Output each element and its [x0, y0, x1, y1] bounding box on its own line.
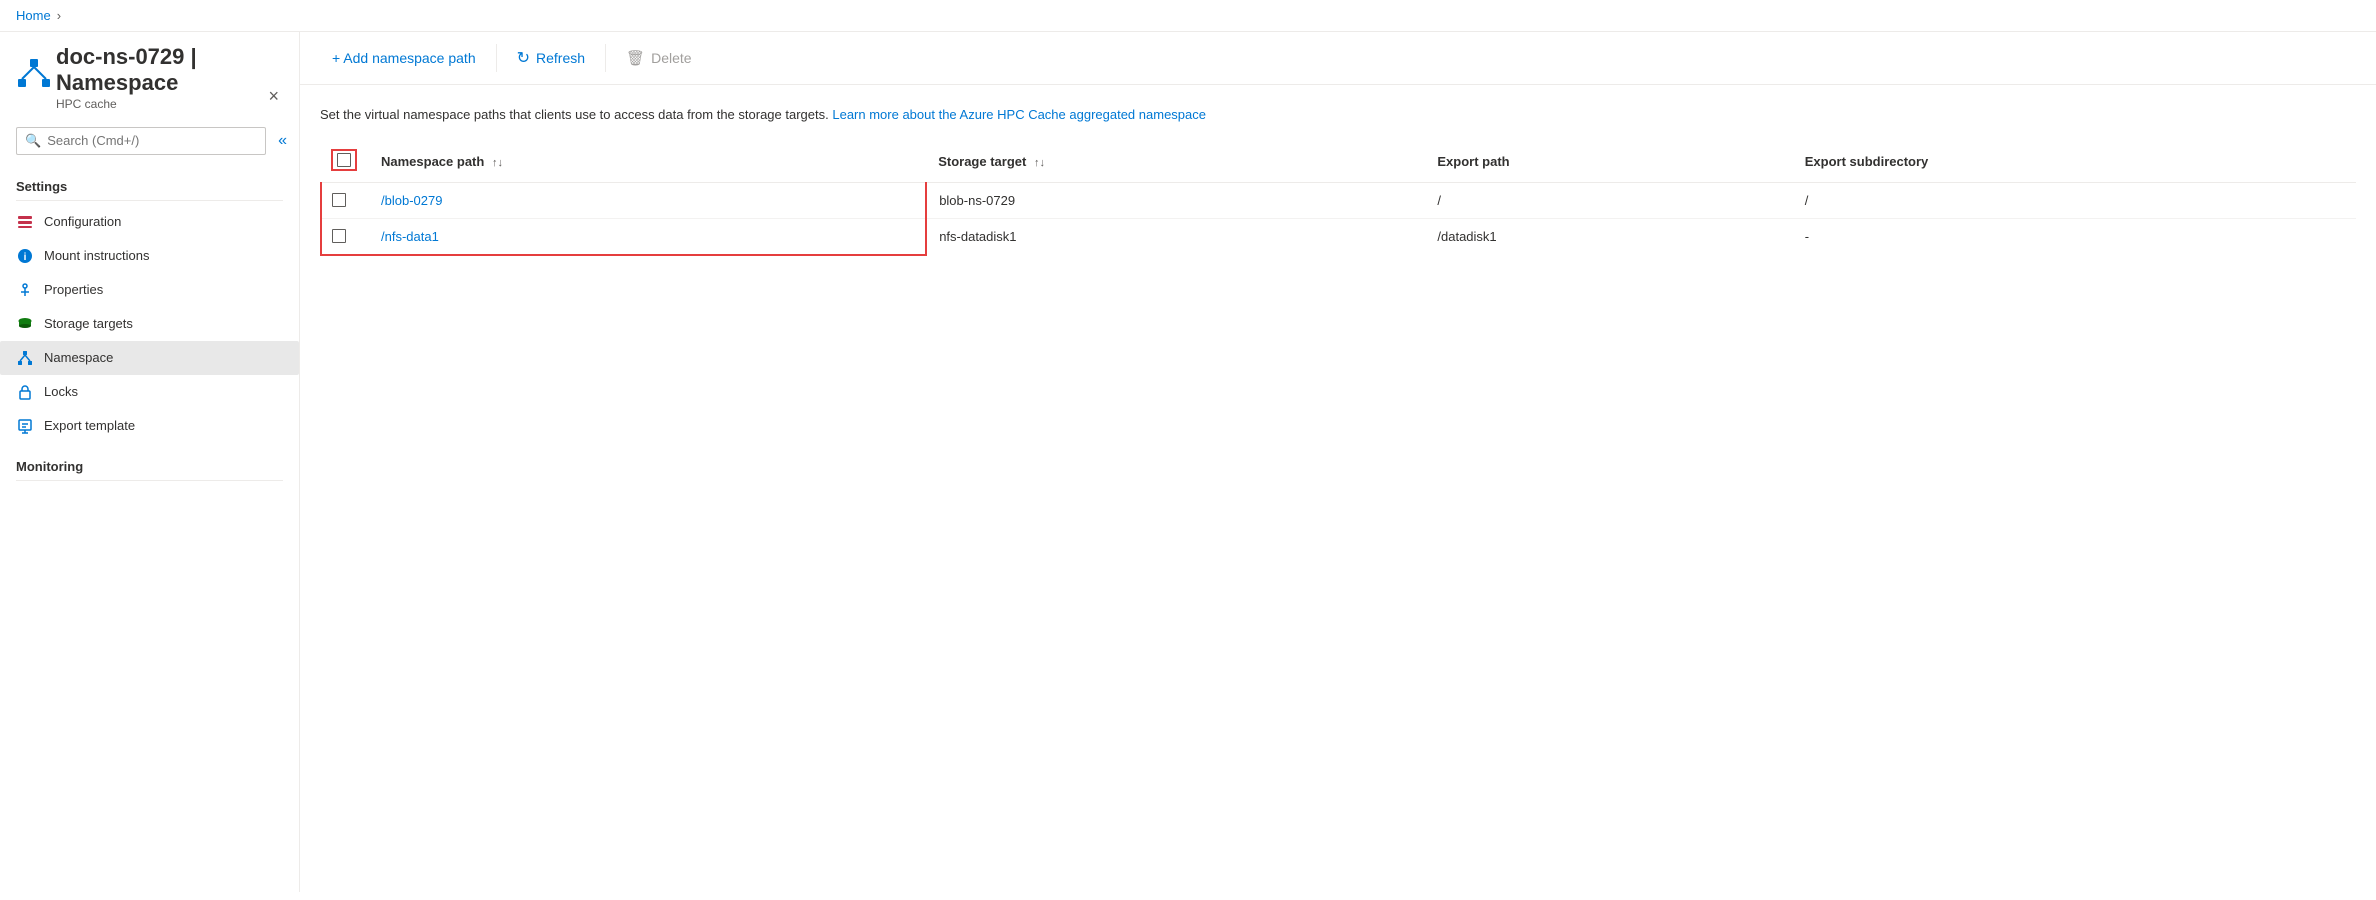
col-header-export-subdirectory: Export subdirectory — [1793, 141, 2356, 183]
settings-section-label: Settings — [0, 163, 299, 200]
namespace-label: Namespace — [44, 350, 113, 365]
sidebar-item-configuration[interactable]: Configuration — [0, 205, 299, 239]
sidebar-item-export-template[interactable]: Export template — [0, 409, 299, 443]
content-area: + Add namespace path ↻ Refresh 🗑 Delete … — [300, 32, 2376, 892]
mount-instructions-icon: i — [16, 247, 34, 265]
col-header-storage-target[interactable]: Storage target ↑↓ — [926, 141, 1425, 183]
content-body: Set the virtual namespace paths that cli… — [300, 85, 2376, 892]
col-header-export-path: Export path — [1425, 141, 1792, 183]
namespace-table: Namespace path ↑↓ Storage target ↑↓ Expo… — [320, 141, 2356, 256]
refresh-label: Refresh — [536, 50, 585, 66]
properties-icon — [16, 281, 34, 299]
delete-button[interactable]: 🗑 Delete — [614, 43, 704, 73]
storage-targets-label: Storage targets — [44, 316, 133, 331]
select-all-checkbox[interactable] — [337, 153, 351, 167]
export-template-label: Export template — [44, 418, 135, 433]
storage-target-sort[interactable]: ↑↓ — [1034, 157, 1045, 169]
row2-namespace-link[interactable]: /nfs-data1 — [381, 229, 439, 244]
table-row: /blob-0279 blob-ns-0729 / / — [321, 182, 2356, 218]
page-title: doc-ns-0729 | Namespace — [56, 44, 283, 97]
row1-namespace-link[interactable]: /blob-0279 — [381, 193, 442, 208]
delete-label: Delete — [651, 50, 691, 66]
row1-export-path: / — [1425, 182, 1792, 218]
toolbar-divider-1 — [496, 44, 497, 72]
collapse-button[interactable]: « — [270, 128, 295, 154]
configuration-label: Configuration — [44, 214, 121, 229]
namespace-icon — [16, 57, 56, 97]
toolbar: + Add namespace path ↻ Refresh 🗑 Delete — [300, 32, 2376, 85]
search-icon: 🔍 — [25, 133, 41, 149]
refresh-button[interactable]: ↻ Refresh — [505, 42, 597, 74]
row2-storage-target: nfs-datadisk1 — [926, 218, 1425, 255]
monitoring-divider — [16, 480, 283, 481]
refresh-icon: ↻ — [517, 48, 530, 68]
export-template-icon — [16, 417, 34, 435]
row2-export-path: /datadisk1 — [1425, 218, 1792, 255]
namespace-sidebar-icon — [16, 349, 34, 367]
col-header-namespace-path[interactable]: Namespace path ↑↓ — [369, 141, 926, 183]
mount-instructions-label: Mount instructions — [44, 248, 150, 263]
row2-checkbox[interactable] — [332, 229, 346, 243]
info-text: Set the virtual namespace paths that cli… — [320, 105, 2356, 125]
row1-checkbox[interactable] — [332, 193, 346, 207]
search-row: 🔍 « — [0, 119, 299, 163]
breadcrumb-separator: › — [57, 8, 61, 23]
learn-more-link[interactable]: Learn more about the Azure HPC Cache agg… — [832, 107, 1206, 122]
search-box[interactable]: 🔍 — [16, 127, 266, 155]
sidebar: doc-ns-0729 | Namespace HPC cache × 🔍 « … — [0, 32, 300, 892]
svg-text:i: i — [24, 252, 27, 263]
row2-export-subdirectory: - — [1793, 218, 2356, 255]
sidebar-item-mount-instructions[interactable]: i Mount instructions — [0, 239, 299, 273]
close-button[interactable]: × — [264, 82, 283, 111]
row1-export-subdirectory: / — [1793, 182, 2356, 218]
breadcrumb-home[interactable]: Home — [16, 8, 51, 23]
locks-icon — [16, 383, 34, 401]
sidebar-item-properties[interactable]: Properties — [0, 273, 299, 307]
table-row: /nfs-data1 nfs-datadisk1 /datadisk1 - — [321, 218, 2356, 255]
namespace-path-sort[interactable]: ↑↓ — [492, 157, 503, 169]
locks-label: Locks — [44, 384, 78, 399]
page-subtitle: HPC cache — [56, 97, 283, 111]
sidebar-item-locks[interactable]: Locks — [0, 375, 299, 409]
row1-namespace-path: /blob-0279 — [369, 182, 926, 218]
sidebar-item-namespace[interactable]: Namespace — [0, 341, 299, 375]
toolbar-divider-2 — [605, 44, 606, 72]
row2-namespace-path: /nfs-data1 — [369, 218, 926, 255]
delete-icon: 🗑 — [626, 49, 645, 67]
sidebar-title-block: doc-ns-0729 | Namespace HPC cache — [56, 44, 283, 111]
search-input[interactable] — [47, 133, 257, 148]
storage-targets-icon — [16, 315, 34, 333]
add-namespace-path-button[interactable]: + Add namespace path — [320, 44, 488, 72]
row1-storage-target: blob-ns-0729 — [926, 182, 1425, 218]
settings-divider — [16, 200, 283, 201]
col-header-checkbox — [321, 141, 369, 183]
properties-label: Properties — [44, 282, 103, 297]
configuration-icon — [16, 213, 34, 231]
monitoring-section-label: Monitoring — [0, 443, 299, 480]
sidebar-item-storage-targets[interactable]: Storage targets — [0, 307, 299, 341]
sidebar-header: doc-ns-0729 | Namespace HPC cache × — [0, 32, 299, 119]
